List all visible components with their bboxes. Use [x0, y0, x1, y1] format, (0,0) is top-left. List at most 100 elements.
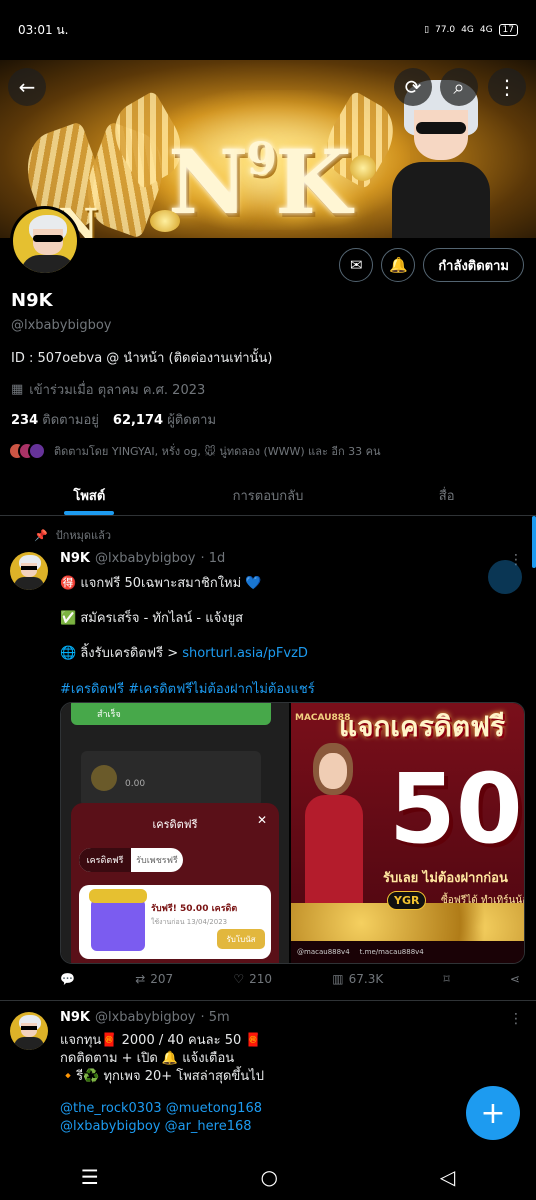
tab-posts[interactable]: โพสต์: [0, 474, 179, 515]
tweet-text-line: 🉐 แจกฟรี 50เฉพาะสมาชิกใหม่ 💙: [60, 576, 262, 591]
balance-card: 0.00: [81, 751, 261, 807]
success-banner: สำเร็จ: [71, 703, 271, 725]
tweet-time: · 1d: [200, 551, 226, 566]
profile-actions: ✉ 🔔 กำลังติดตาม: [339, 248, 524, 282]
status-time: 03:01 น.: [18, 22, 69, 37]
more-vertical-icon: ⋮: [509, 1011, 523, 1027]
tab-replies[interactable]: การตอบกลับ: [179, 474, 358, 515]
signal-4g-2: 4G: [479, 25, 493, 35]
followed-by-text: ติดตามโดย YINGYAI, หรั่ง og, 🐭 นู่ทดลอง …: [54, 445, 381, 458]
battery-indicator: 17: [498, 24, 518, 36]
followed-by[interactable]: ติดตามโดย YINGYAI, หรั่ง og, 🐭 นู่ทดลอง …: [8, 442, 381, 460]
share-icon: ⋖: [509, 972, 520, 986]
tweet-hashtags[interactable]: #เครดิตฟรี #เครดิตฟรีไม่ต้องฝากไม่ต้องแช…: [60, 678, 315, 699]
profile-name: N9K: [11, 290, 53, 311]
heart-icon: ♡: [233, 972, 245, 986]
tweet-avatar[interactable]: [10, 552, 48, 590]
message-button[interactable]: ✉: [339, 248, 374, 282]
following-button[interactable]: กำลังติดตาม: [423, 248, 524, 282]
back-arrow-icon: ←: [18, 75, 36, 99]
pin-icon: 📌: [34, 528, 48, 542]
sync-icon: ⟳: [404, 75, 422, 99]
views-button[interactable]: ▥ 67.3K: [332, 972, 383, 986]
profile-stats: 234 ติดตามอยู่ 62,174 ผู้ติดตาม: [11, 409, 216, 430]
modal-tabs: เครดิตฟรี รับเพชรฟรี: [79, 848, 183, 872]
pinned-label: 📌 ปักหมุดแล้ว: [34, 528, 111, 543]
tweet-more-button[interactable]: ⋮: [509, 1011, 523, 1027]
profile-tabs: โพสต์ การตอบกลับ สื่อ: [0, 474, 536, 516]
back-button[interactable]: ←: [8, 68, 46, 106]
tweet-media[interactable]: สำเร็จ 0.00 เครดิตฟรี ✕ เครดิตฟรี รับเพช…: [60, 702, 525, 964]
search-button[interactable]: ⌕: [440, 68, 478, 106]
tweet-header: N9K @lxbabybigboy · 5m: [60, 1010, 230, 1025]
profile-handle: @lxbabybigboy: [11, 318, 112, 333]
status-bar: 03:01 น. ▯ 77.0 4G 4G 17: [0, 0, 536, 60]
retweet-icon: ⇄: [135, 972, 146, 986]
sync-button[interactable]: ⟳: [394, 68, 432, 106]
gift-icon: [89, 889, 147, 951]
compose-button[interactable]: +: [466, 1086, 520, 1140]
media-image-right[interactable]: MACAU888 แจกเครดิตฟรี 50 รับเลย ไม่ต้องฝ…: [291, 703, 524, 963]
tweet-text-line: 🌐 ลิ้งรับเครดิตฟรี > shorturl.asia/pFvzD: [60, 646, 308, 661]
tweet-mentions[interactable]: @the_rock0303 @muetong168: [60, 1101, 262, 1116]
promo-footer: @macau888v4 t.me/macau888v4: [291, 941, 524, 963]
promo-subtitle: รับเลย ไม่ต้องฝากก่อน: [383, 871, 508, 886]
tweet-divider: [0, 1000, 536, 1001]
tweet-mentions[interactable]: @lxbabybigboy @ar_here168: [60, 1119, 252, 1134]
share-button[interactable]: ⋖: [510, 972, 520, 986]
plus-icon: +: [480, 1095, 506, 1131]
tweet-link[interactable]: shorturl.asia/pFvzD: [182, 646, 308, 661]
tweet-time: · 5m: [200, 1010, 230, 1025]
reply-button[interactable]: 💬: [60, 972, 75, 986]
tweet-author-name[interactable]: N9K: [60, 1010, 90, 1025]
more-vertical-icon: ⋮: [497, 75, 517, 99]
ygr-badge: YGR: [387, 891, 427, 910]
profile-joined: ▦ เข้าร่วมเมื่อ ตุลาคม ค.ศ. 2023: [11, 382, 206, 398]
tweet-avatar[interactable]: [10, 1012, 48, 1050]
tweet-actions: 💬 ⇄ 207 ♡ 210 ▥ 67.3K ⌑ ⋖: [60, 972, 520, 986]
status-icons: ▯ 77.0 4G 4G 17: [424, 24, 518, 36]
scrollbar[interactable]: [532, 516, 536, 568]
more-options-button[interactable]: ⋮: [488, 68, 526, 106]
tab-media[interactable]: สื่อ: [357, 474, 536, 515]
close-icon: ✕: [256, 813, 267, 827]
followers-stat[interactable]: 62,174 ผู้ติดตาม: [113, 409, 216, 430]
profile-bio: ID : 507oebva @ นำหน้า (ติดต่องานเท่านั้…: [11, 351, 273, 366]
banner-logo: N9K: [168, 130, 352, 234]
floating-indicator: [488, 560, 522, 594]
search-icon: ⌕: [453, 75, 465, 99]
media-image-left[interactable]: สำเร็จ 0.00 เครดิตฟรี ✕ เครดิตฟรี รับเพช…: [61, 703, 290, 963]
coin-decoration: [150, 210, 180, 232]
notifications-button[interactable]: 🔔: [381, 248, 416, 282]
calendar-icon: ▦: [11, 382, 24, 397]
tweet-text-line: 🔸รี♻️ ทุกเพจ 20+ โพสล่าสุดขึ้นไป: [60, 1069, 264, 1084]
tweet-author-handle[interactable]: @lxbabybigboy: [95, 551, 195, 566]
reward-card: รับฟรี! 50.00 เครดิต ใช้งานก่อน 13/04/20…: [79, 885, 271, 959]
tweet-author-name[interactable]: N9K: [60, 551, 90, 566]
reply-icon: 💬: [60, 972, 75, 986]
recent-apps-icon[interactable]: ☰: [81, 1165, 99, 1189]
promo-amount: 50: [389, 753, 523, 865]
back-nav-icon[interactable]: ◁: [440, 1165, 455, 1189]
bookmark-icon: ⌑: [443, 972, 450, 986]
tweet-header: N9K @lxbabybigboy · 1d: [60, 551, 225, 566]
bell-icon: 🔔: [388, 256, 408, 274]
coin-decoration: [350, 155, 376, 181]
credit-modal: เครดิตฟรี ✕ เครดิตฟรี รับเพชรฟรี รับฟรี!…: [71, 803, 279, 963]
system-nav-bar: ☰ ○ ◁: [0, 1154, 536, 1200]
views-icon: ▥: [332, 972, 344, 986]
tweet-author-handle[interactable]: @lxbabybigboy: [95, 1010, 195, 1025]
retweet-button[interactable]: ⇄ 207: [135, 972, 173, 986]
home-icon[interactable]: ○: [261, 1165, 278, 1189]
follower-avatar: [28, 442, 46, 460]
like-button[interactable]: ♡ 210: [233, 972, 272, 986]
bookmark-button[interactable]: ⌑: [443, 972, 449, 986]
modal-title: เครดิตฟรี: [152, 818, 198, 831]
ygr-text: ซื้อฟรีได้ ทำเทิร์นน้อย: [441, 895, 524, 906]
mail-icon: ✉: [350, 256, 363, 274]
signal-4g-1: 4G: [461, 25, 474, 35]
profile-avatar[interactable]: [10, 206, 80, 276]
vibrate-icon: ▯: [424, 25, 430, 35]
net-speed: 77.0: [435, 25, 456, 35]
following-stat[interactable]: 234 ติดตามอยู่: [11, 409, 99, 430]
